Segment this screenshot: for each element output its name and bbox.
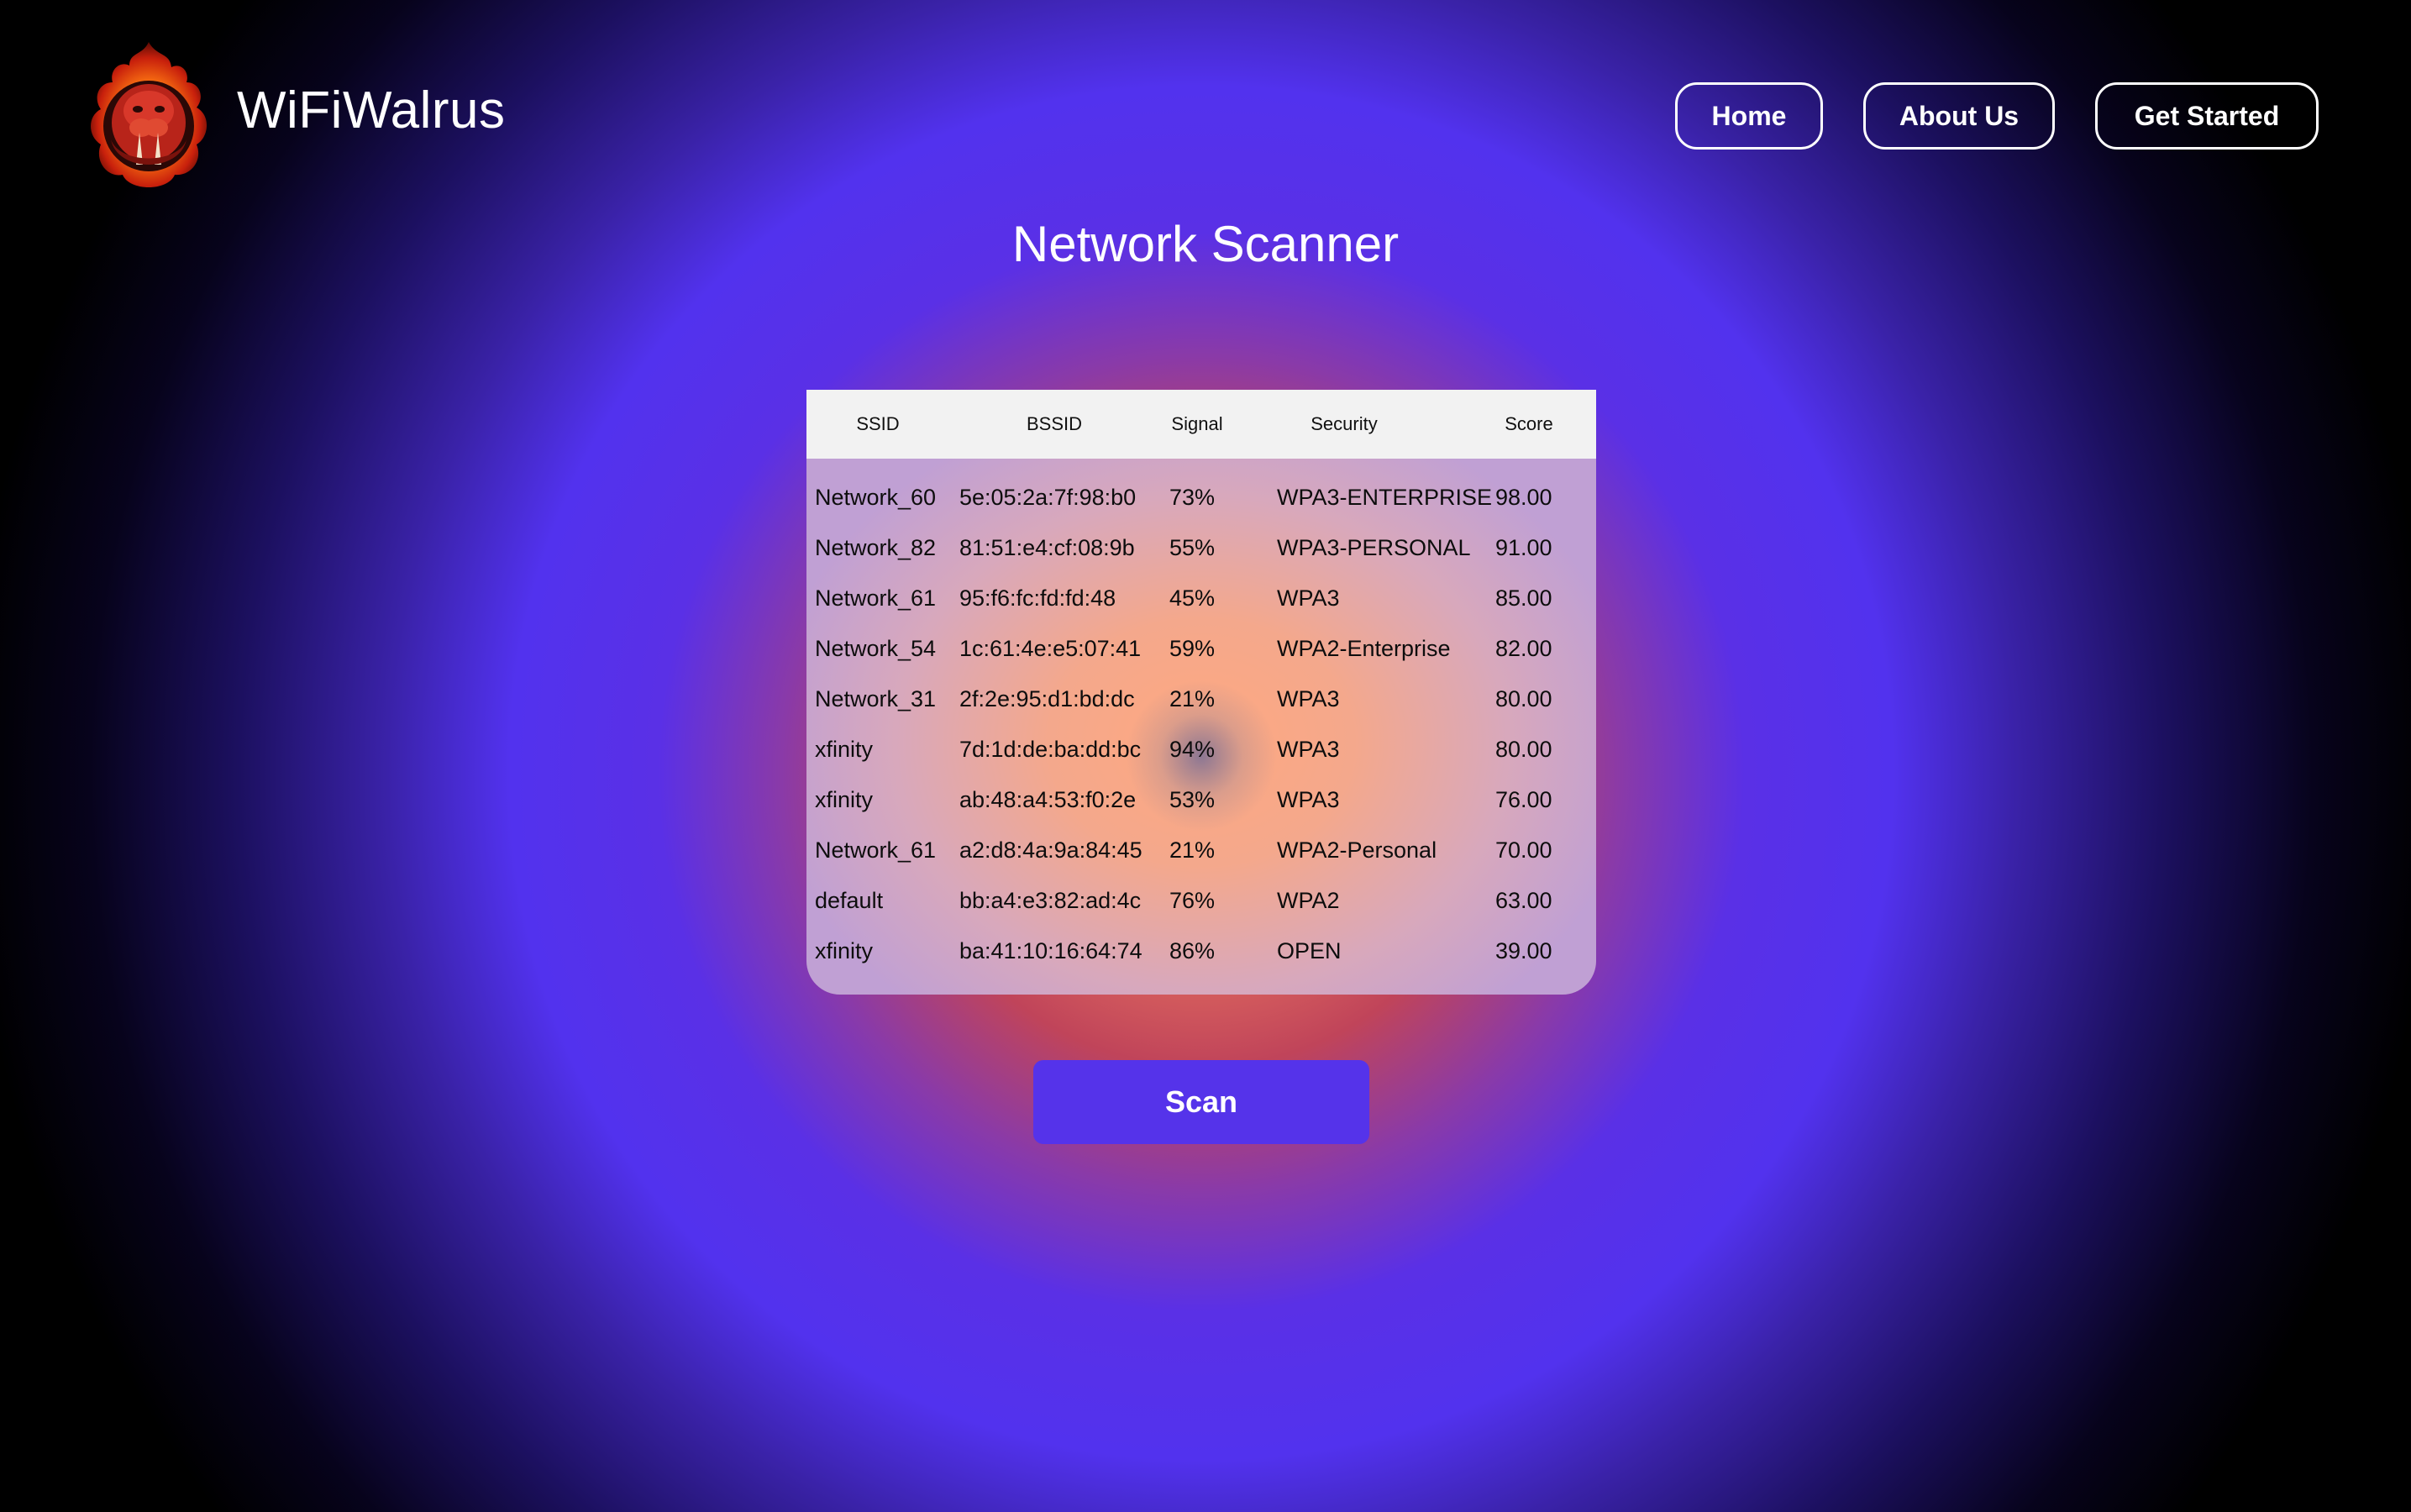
- table-row: default bb:a4:e3:82:ad:4c 76% WPA2 63.00: [806, 875, 1596, 926]
- cell-ssid: Network_61: [815, 585, 937, 611]
- brand-name: WiFiWalrus: [237, 81, 506, 139]
- cell-security: WPA3: [1277, 585, 1340, 611]
- nav-get-started-button[interactable]: Get Started: [2095, 82, 2319, 150]
- nav-home-button[interactable]: Home: [1675, 82, 1823, 150]
- cell-score: 39.00: [1495, 938, 1552, 963]
- cell-score: 82.00: [1495, 636, 1552, 661]
- cell-signal: 21%: [1169, 837, 1216, 863]
- cell-ssid: Network_82: [815, 535, 937, 560]
- cell-security: WPA3: [1277, 737, 1340, 762]
- table-row: Network_54 1c:61:4e:e5:07:41 59% WPA2-En…: [806, 623, 1596, 674]
- cell-score: 85.00: [1495, 585, 1552, 611]
- cell-security: WPA3-PERSONAL: [1277, 535, 1471, 560]
- cell-score: 98.00: [1495, 485, 1552, 510]
- cell-ssid: default: [815, 888, 884, 913]
- cell-score: 91.00: [1495, 535, 1552, 560]
- table-body: Network_60 5e:05:2a:7f:98:b0 73% WPA3-EN…: [806, 472, 1596, 976]
- cell-ssid: Network_61: [815, 837, 937, 863]
- cell-bssid: 95:f6:fc:fd:fd:48: [959, 585, 1116, 611]
- cell-ssid: Network_54: [815, 636, 937, 661]
- cell-score: 76.00: [1495, 787, 1552, 812]
- cell-security: WPA2: [1277, 888, 1340, 913]
- cell-ssid: Network_60: [815, 485, 937, 510]
- cell-security: WPA2-Enterprise: [1277, 636, 1451, 661]
- page: WiFiWalrus Home About Us Get Started Net…: [0, 0, 2411, 1512]
- page-title: Network Scanner: [1011, 216, 1400, 272]
- table-row: xfinity 7d:1d:de:ba:dd:bc 94% WPA3 80.00: [806, 724, 1596, 774]
- cell-score: 63.00: [1495, 888, 1552, 913]
- cell-bssid: 7d:1d:de:ba:dd:bc: [959, 737, 1142, 762]
- cell-signal: 21%: [1169, 686, 1216, 711]
- column-header-signal: Signal: [1171, 413, 1223, 434]
- cell-ssid: xfinity: [815, 938, 874, 963]
- table-row: Network_82 81:51:e4:cf:08:9b 55% WPA3-PE…: [806, 522, 1596, 573]
- cell-security: WPA3-ENTERPRISE: [1277, 485, 1493, 510]
- cell-signal: 59%: [1169, 636, 1216, 661]
- network-table: SSID BSSID Signal Security Score Network…: [806, 390, 1596, 995]
- table-header: SSID BSSID Signal Security Score: [806, 390, 1596, 459]
- cell-security: OPEN: [1277, 938, 1342, 963]
- cell-bssid: a2:d8:4a:9a:84:45: [959, 837, 1142, 863]
- walrus-flame-logo: [91, 42, 207, 187]
- table-row: xfinity ba:41:10:16:64:74 86% OPEN 39.00: [806, 926, 1596, 976]
- table-row: Network_61 a2:d8:4a:9a:84:45 21% WPA2-Pe…: [806, 825, 1596, 875]
- cell-bssid: ab:48:a4:53:f0:2e: [959, 787, 1137, 812]
- cell-signal: 55%: [1169, 535, 1216, 560]
- cell-signal: 76%: [1169, 888, 1216, 913]
- cell-signal: 94%: [1169, 737, 1216, 762]
- cell-bssid: ba:41:10:16:64:74: [959, 938, 1142, 963]
- cell-signal: 73%: [1169, 485, 1216, 510]
- cell-bssid: 81:51:e4:cf:08:9b: [959, 535, 1135, 560]
- cell-score: 80.00: [1495, 686, 1552, 711]
- cell-security: WPA3: [1277, 686, 1340, 711]
- cell-bssid: bb:a4:e3:82:ad:4c: [959, 888, 1142, 913]
- column-header-bssid: BSSID: [1026, 413, 1083, 434]
- cell-bssid: 2f:2e:95:d1:bd:dc: [959, 686, 1135, 711]
- cell-ssid: xfinity: [815, 787, 874, 812]
- cell-signal: 45%: [1169, 585, 1216, 611]
- column-header-ssid: SSID: [856, 413, 900, 434]
- cell-ssid: Network_31: [815, 686, 937, 711]
- cell-ssid: xfinity: [815, 737, 874, 762]
- column-header-score: Score: [1505, 413, 1553, 434]
- cell-score: 70.00: [1495, 837, 1552, 863]
- table-row: Network_31 2f:2e:95:d1:bd:dc 21% WPA3 80…: [806, 674, 1596, 724]
- cell-signal: 86%: [1169, 938, 1216, 963]
- table-row: Network_61 95:f6:fc:fd:fd:48 45% WPA3 85…: [806, 573, 1596, 623]
- cell-security: WPA3: [1277, 787, 1340, 812]
- cell-security: WPA2-Personal: [1277, 837, 1437, 863]
- column-header-security: Security: [1311, 413, 1378, 434]
- scan-button[interactable]: Scan: [1033, 1060, 1369, 1144]
- cell-bssid: 5e:05:2a:7f:98:b0: [959, 485, 1137, 510]
- nav-about-us-button[interactable]: About Us: [1863, 82, 2055, 150]
- cell-score: 80.00: [1495, 737, 1552, 762]
- table-row: Network_60 5e:05:2a:7f:98:b0 73% WPA3-EN…: [806, 472, 1596, 522]
- cell-bssid: 1c:61:4e:e5:07:41: [959, 636, 1142, 661]
- table-row: xfinity ab:48:a4:53:f0:2e 53% WPA3 76.00: [806, 774, 1596, 825]
- cell-signal: 53%: [1169, 787, 1216, 812]
